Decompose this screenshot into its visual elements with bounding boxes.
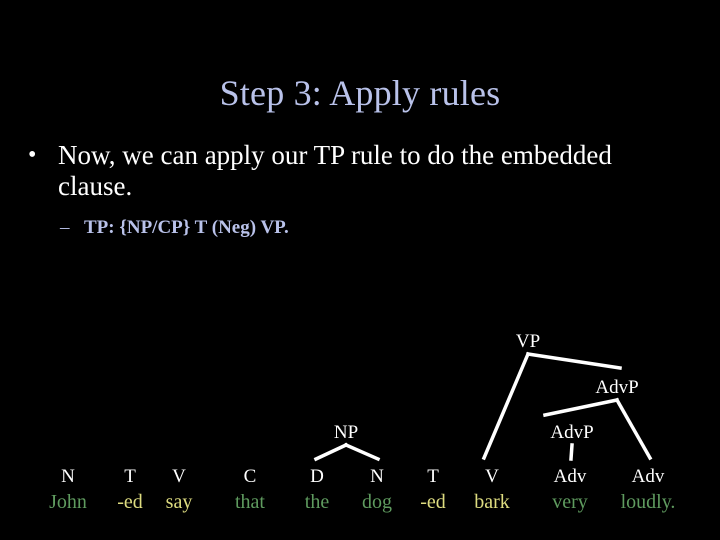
tree-edge-vp-to-advp — [526, 352, 622, 370]
tree-edge-vp-to-v — [481, 351, 531, 461]
tree-edge-advp-to-adv2 — [614, 397, 653, 461]
tree-edge-np-to-d — [313, 442, 349, 462]
tree-edge-np-to-n — [343, 442, 381, 462]
syntax-tree-edges — [313, 351, 653, 462]
tree-edge-advp2-to-adv1 — [569, 443, 574, 461]
tree-edge-advp-to-advp — [542, 397, 620, 418]
slide-canvas: Step 3: Apply rules • Now, we can apply … — [0, 0, 720, 540]
